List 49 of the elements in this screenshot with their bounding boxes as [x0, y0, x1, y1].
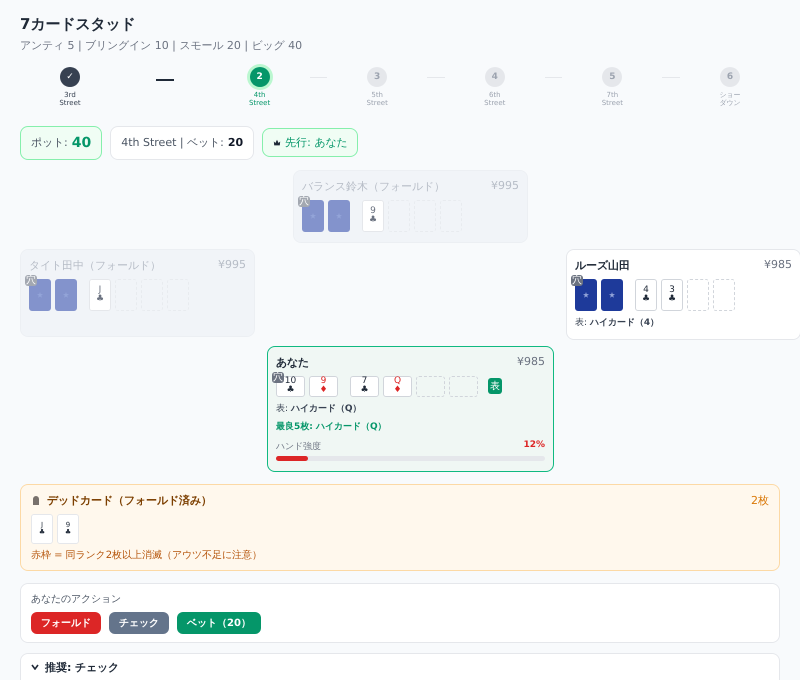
hole-card-badge: 穴: [571, 274, 583, 286]
step-circle: 2: [250, 67, 270, 87]
tombstone-icon: [31, 495, 41, 506]
crown-icon: [273, 138, 282, 147]
step-circle: 4: [484, 67, 505, 87]
best-hand-text: 最良5枚: ハイカード（Q）: [276, 420, 388, 433]
player-name: タイト田中（フォールド）: [29, 258, 161, 273]
step-circle: ✓: [60, 67, 80, 87]
playing-card: 7 ♣: [350, 376, 379, 397]
playing-card: 4 ♣: [635, 278, 657, 311]
playing-card: 9 ♣: [362, 200, 384, 232]
recommendation-panel[interactable]: 推奨: チェック: [20, 652, 780, 680]
dead-cards-title: デッドカード（フォールド済み）: [47, 492, 213, 508]
status-badge: 表: [488, 378, 502, 394]
bet-button[interactable]: ベット（20）: [177, 612, 261, 634]
page-title: 7カードスタッド: [20, 15, 136, 34]
step-circle: 5: [602, 67, 622, 87]
player-name: ルーズ山田: [575, 258, 630, 273]
playing-card: 9 ♦: [309, 376, 338, 397]
playing-card: J ♣: [89, 278, 111, 311]
fold-button[interactable]: フォールド: [31, 612, 101, 634]
step-circle: 6: [720, 67, 740, 87]
star-icon: [609, 292, 615, 298]
player-name: あなた: [276, 354, 309, 370]
visible-hand-text: 表: ハイカード（4）: [575, 316, 660, 329]
dead-cards-count: 2枚: [751, 492, 769, 508]
chevron-icon: [31, 664, 39, 670]
first-to-act-chip: 先行: あなた: [262, 128, 358, 158]
bet-chip: 4th Street | ベット: 20: [110, 126, 254, 160]
chip-stack: ¥985: [764, 258, 792, 273]
visible-hand-text: 表: ハイカード（Q）: [276, 402, 363, 415]
strength-value: 12%: [523, 440, 545, 452]
check-button[interactable]: チェック: [109, 612, 169, 634]
playing-card: Q ♦: [383, 376, 412, 397]
player-name: バランス鈴木（フォールド）: [302, 178, 445, 194]
step-circle: 3: [367, 67, 388, 87]
chip-stack: ¥985: [517, 354, 545, 370]
dead-cards-note: 赤枠 = 同ランク2枚以上消滅（アウツ不足に注意）: [31, 548, 264, 562]
actions-title: あなたのアクション: [31, 592, 122, 606]
pot-chip: ポット: 40: [20, 126, 102, 160]
recommendation-title: 推奨: チェック: [45, 660, 120, 675]
chip-stack: ¥995: [218, 258, 246, 273]
playing-card: 3 ♣: [661, 278, 683, 311]
chip-stack: ¥995: [491, 178, 519, 194]
strength-label: ハンド強度: [276, 440, 321, 453]
blinds-text: アンティ 5 | ブリングイン 10 | スモール 20 | ビッグ 40: [20, 38, 304, 53]
hole-card-badge: 穴: [25, 274, 37, 286]
hole-card-badge: 穴: [298, 196, 310, 207]
star-icon: [583, 292, 589, 298]
